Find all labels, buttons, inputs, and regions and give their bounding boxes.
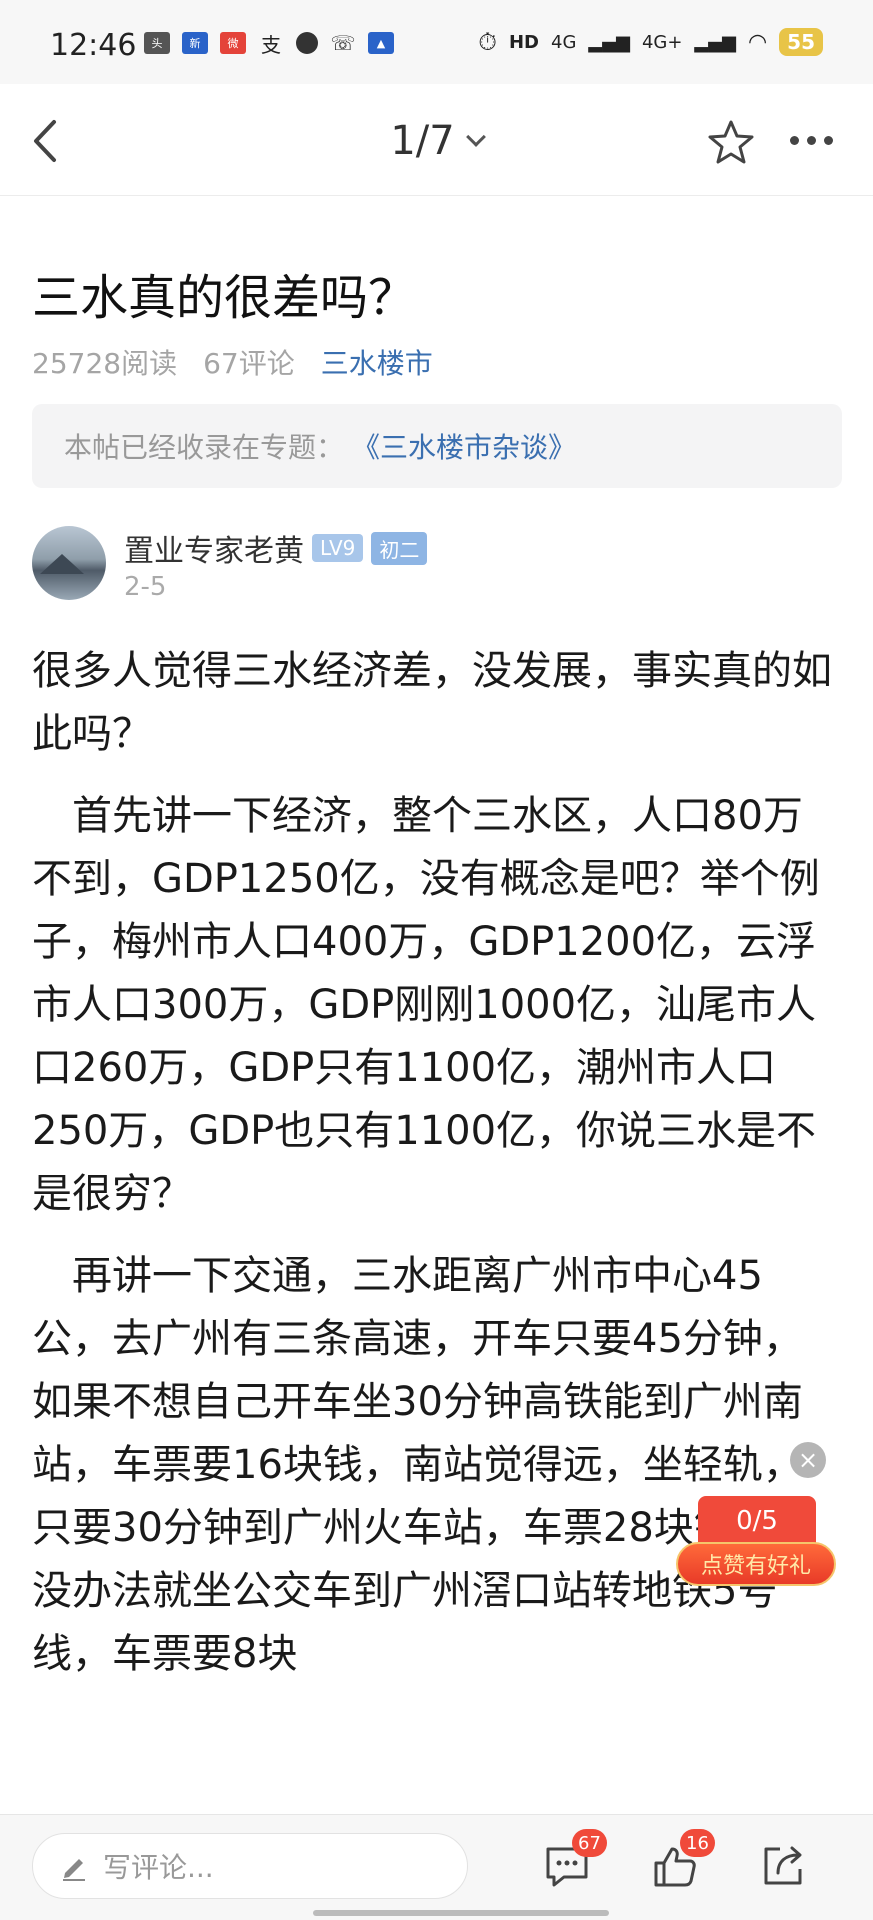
post-meta: 25728阅读 67评论 三水楼市 xyxy=(32,342,433,382)
grade-badge: 初二 xyxy=(371,531,428,565)
content-paragraph: 再讲一下交通，三水距离广州市中心45公，去广州有三条高速，开车只要45分钟，如果… xyxy=(32,1253,814,1677)
read-count: 25728阅读 xyxy=(32,347,178,380)
author-info: 置业专家老黄 LV9 初二 xyxy=(124,526,428,570)
topic-link[interactable]: 《三水楼市杂谈》 xyxy=(352,426,576,466)
comments-button[interactable]: 67 xyxy=(544,1829,607,1889)
like-button[interactable]: 16 xyxy=(652,1829,715,1889)
level-badge: LV9 xyxy=(312,534,364,562)
wifi-icon: ◠ xyxy=(747,29,768,55)
status-right: ⏱ HD 4G ▂▄▆ 4G+ ▂▄▆ ◠ 55 xyxy=(478,28,823,56)
network-1-label: 4G xyxy=(551,31,577,53)
toutiao-app-icon: 头 xyxy=(144,32,170,54)
nav-app-icon: ▲ xyxy=(368,32,394,54)
reward-close-button[interactable]: × xyxy=(790,1442,826,1478)
topic-prefix: 本帖已经收录在专题： xyxy=(64,431,345,464)
post-date: 2-5 xyxy=(124,572,167,602)
status-time: 12:46 xyxy=(50,28,137,63)
home-indicator[interactable] xyxy=(313,1910,609,1916)
chevron-down-icon xyxy=(465,127,486,147)
reward-label: 点赞有好礼 xyxy=(676,1542,836,1586)
more-options-icon[interactable] xyxy=(790,136,833,145)
notification-icons: 头 新 微 支 ☏ ▲ xyxy=(144,31,394,57)
network-2-label: 4G+ xyxy=(641,31,683,53)
battery-indicator: 55 xyxy=(779,28,823,56)
weibo-icon: 微 xyxy=(220,32,246,54)
content-paragraph: 首先讲一下经济，整个三水区，人口80万不到，GDP1250亿，没有概念是吧？举个… xyxy=(32,793,820,1217)
comment-count: 67评论 xyxy=(203,347,295,380)
like-reward-widget[interactable]: 0/5 点赞有好礼 xyxy=(676,1496,836,1592)
pencil-icon xyxy=(63,1859,85,1881)
news-app-icon: 新 xyxy=(182,32,208,54)
top-nav-bar: 1/7 xyxy=(0,84,873,196)
comment-placeholder: 写评论... xyxy=(103,1851,214,1884)
author-name[interactable]: 置业专家老黄 xyxy=(124,526,304,570)
bottom-action-bar: 写评论... 67 16 xyxy=(0,1814,873,1920)
phone-icon: ☏ xyxy=(330,31,356,55)
content-paragraph: 很多人觉得三水经济差，没发展，事实真的如此吗？ xyxy=(32,648,832,757)
signal-icon: ▂▄▆ xyxy=(588,31,630,53)
like-count-badge: 16 xyxy=(680,1829,715,1857)
comment-count-badge: 67 xyxy=(572,1829,607,1857)
alarm-icon: ⏱ xyxy=(478,28,497,56)
reward-progress: 0/5 xyxy=(698,1496,816,1546)
favorite-star-icon[interactable] xyxy=(706,118,756,168)
signal-icon-2: ▂▄▆ xyxy=(694,31,736,53)
category-link[interactable]: 三水楼市 xyxy=(321,342,433,382)
comment-input[interactable]: 写评论... xyxy=(32,1833,468,1899)
share-icon xyxy=(764,1846,802,1885)
share-button[interactable] xyxy=(760,1843,806,1889)
status-bar: 12:46 头 新 微 支 ☏ ▲ ⏱ HD 4G ▂▄▆ 4G+ ▂▄▆ ◠ … xyxy=(0,0,873,84)
hd-label: HD xyxy=(508,31,539,53)
page-indicator-label: 1/7 xyxy=(390,118,455,164)
alipay-icon: 支 xyxy=(261,32,281,57)
message-icon xyxy=(296,32,318,54)
topic-collection-box: 本帖已经收录在专题： 《三水楼市杂谈》 xyxy=(32,404,842,488)
author-avatar[interactable] xyxy=(32,526,106,600)
post-title: 三水真的很差吗？ xyxy=(32,270,417,326)
